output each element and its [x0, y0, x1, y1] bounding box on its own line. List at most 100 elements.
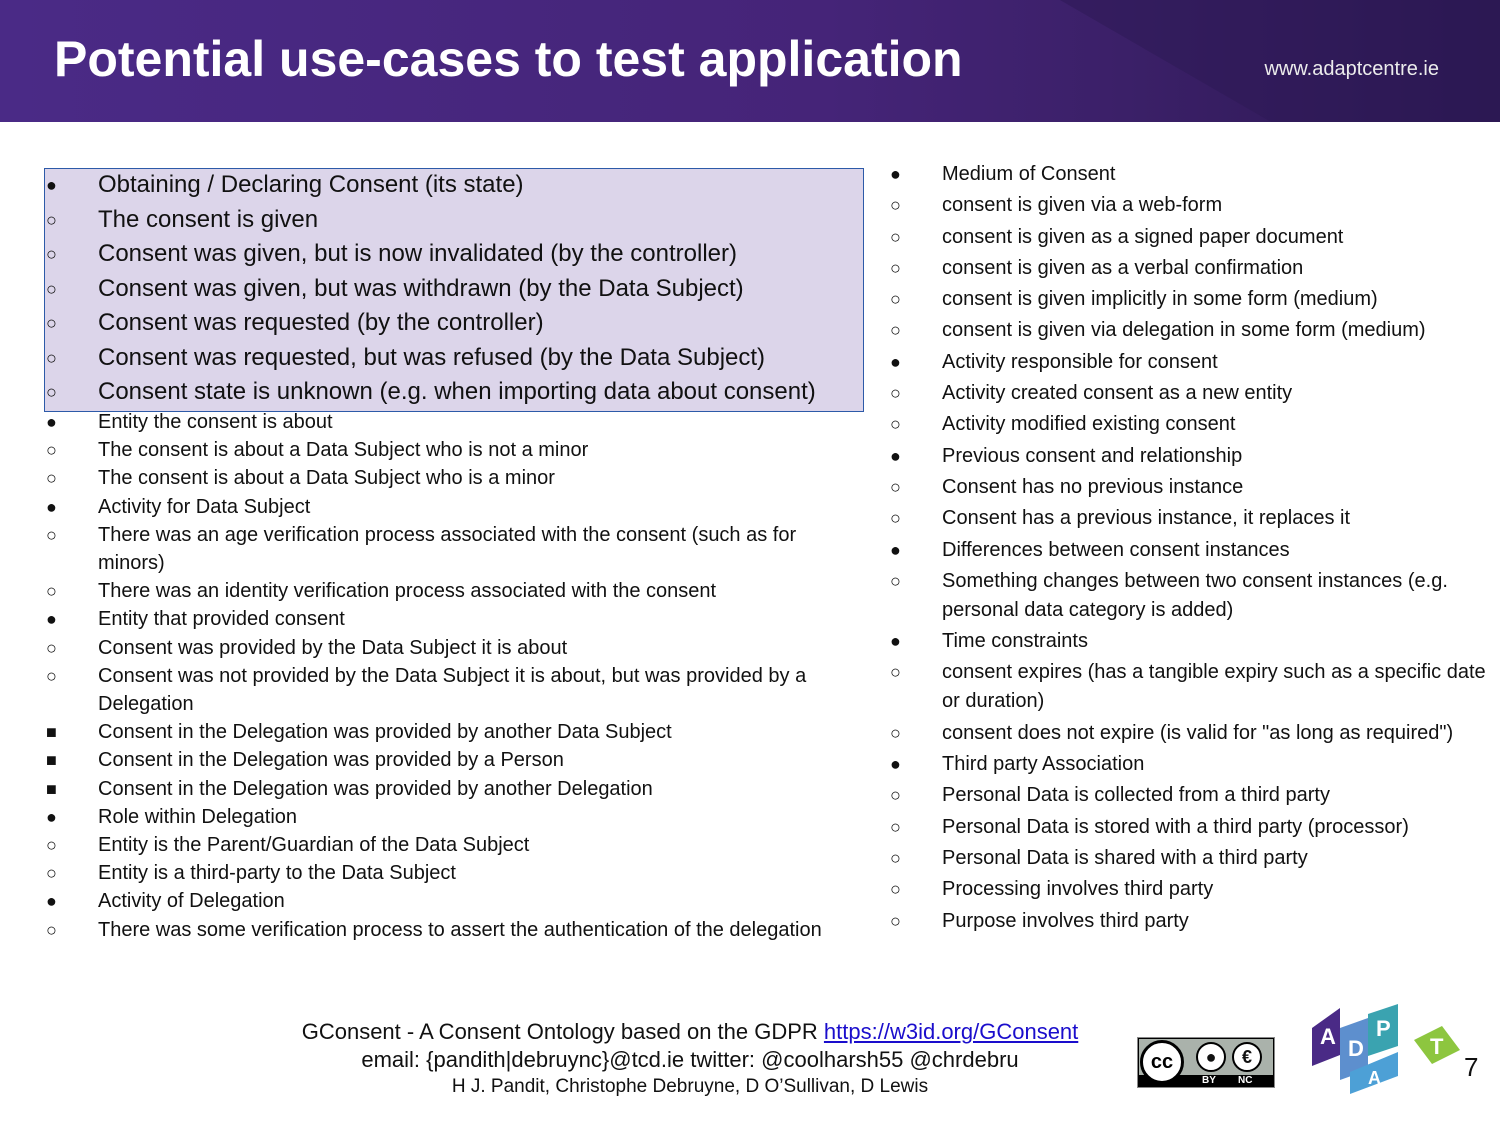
bullet-circle-icon: ○ — [46, 278, 57, 299]
attribution-icon: ● — [1196, 1042, 1226, 1072]
logo-letter-t: T — [1430, 1034, 1444, 1059]
list-item: ○ Consent was requested (by the controlle… — [46, 306, 816, 341]
list-item-text: Consent was not provided by the Data Sub… — [98, 664, 807, 716]
list-item: ○ consent is given implicitly in some for… — [890, 285, 1490, 314]
list-item-text: consent is given via a web-form — [942, 194, 1223, 217]
list-item-text: consent does not expire (is valid for "a… — [942, 721, 1454, 744]
bullet-disc-icon: ● — [46, 175, 57, 195]
bullet-square-icon: ■ — [46, 778, 57, 799]
cc-license-badge[interactable]: cc ● € BY NC — [1137, 1037, 1275, 1088]
bullet-disc-icon: ● — [890, 754, 901, 775]
list-item-text: The consent is about a Data Subject who … — [98, 467, 555, 490]
adapt-logo: A D P A T — [1312, 1004, 1460, 1094]
bullet-disc-icon: ● — [890, 539, 901, 560]
license-nc-label: NC — [1238, 1075, 1253, 1086]
list-item: ○ Consent was given, but is now invalidat… — [46, 237, 816, 272]
list-item-text: Obtaining / Declaring Consent (its state… — [98, 171, 524, 198]
bullet-circle-icon: ○ — [890, 662, 901, 683]
logo-letter-a2: A — [1368, 1068, 1381, 1088]
list-item-text: Activity responsible for consent — [942, 350, 1218, 373]
list-item: ○ consent is given via a web-form — [890, 191, 1490, 220]
list-item-text: Consent was requested, but was refused (… — [98, 343, 766, 371]
list-item: ● Time constraints — [890, 627, 1490, 656]
list-item-text: Something changes between two consent in… — [942, 569, 1448, 621]
list-item: ● Entity the consent is about — [46, 408, 866, 436]
list-item: ○ Activity modified existing consent — [890, 410, 1490, 439]
list-item: ○ Entity is a third-party to the Data Sub… — [46, 859, 866, 887]
list-item: ○ consent does not expire (is valid for "… — [890, 719, 1490, 748]
list-item: ● Entity that provided consent — [46, 605, 866, 633]
list-item: ○ Something changes between two consent i… — [890, 567, 1490, 625]
list-item-text: Previous consent and relationship — [942, 444, 1243, 467]
bullet-circle-icon: ○ — [890, 257, 901, 278]
list-item: ○ consent expires (has a tangible expiry … — [890, 658, 1490, 716]
bullet-circle-icon: ○ — [890, 910, 901, 931]
list-item-text: Consent in the Delegation was provided b… — [98, 777, 653, 800]
bullet-square-icon: ■ — [46, 722, 57, 743]
footer-contact: email: {pandith|debruync}@tcd.ie twitter… — [361, 1047, 1019, 1072]
bullet-circle-icon: ○ — [46, 244, 57, 264]
list-item: ○ There was an identity verification proc… — [46, 577, 866, 605]
list-item: ■ Consent in the Delegation was provided … — [46, 775, 866, 803]
bullet-disc-icon: ● — [46, 412, 57, 432]
bullet-square-icon: ■ — [46, 750, 57, 771]
list-item-text: consent expires (has a tangible expiry s… — [942, 661, 1486, 713]
bullet-disc-icon: ● — [890, 445, 901, 466]
bullet-circle-icon: ○ — [46, 440, 57, 461]
list-item-text: Medium of Consent — [942, 163, 1116, 185]
list-item: ○ Consent state is unknown (e.g. when imp… — [46, 375, 816, 410]
bullet-circle-icon: ○ — [46, 468, 57, 489]
list-item-text: There was an age verification process as… — [98, 523, 797, 575]
list-item: ○ The consent is about a Data Subject who… — [46, 436, 866, 464]
list-item-text: Consent has no previous instance — [942, 475, 1244, 498]
list-item-text: Third party Association — [942, 753, 1145, 776]
list-item: ○ There was an age verification process a… — [46, 521, 866, 577]
list-item-text: Purpose involves third party — [942, 909, 1189, 932]
bullet-circle-icon: ○ — [890, 320, 901, 341]
footer-text: GConsent - A Consent Ontology based on t… — [301, 1019, 824, 1044]
bullet-disc-icon: ● — [46, 806, 57, 827]
list-item: ○ Consent was given, but was withdrawn (b… — [46, 272, 816, 307]
gconsent-link[interactable]: https://w3id.org/GConsent — [824, 1019, 1078, 1044]
bullet-circle-icon: ○ — [46, 347, 57, 368]
list-item: ■ Consent in the Delegation was provided … — [46, 746, 866, 774]
list-item-text: consent is given as a verbal confirmatio… — [942, 256, 1304, 279]
list-item: ○ Entity is the Parent/Guardian of the Da… — [46, 831, 866, 859]
list-item-text: Activity created consent as a new entity — [942, 382, 1293, 405]
list-item-text: Consent was provided by the Data Subject… — [98, 636, 568, 659]
list-item: ● Obtaining / Declaring Consent (its stat… — [46, 168, 816, 203]
slide-title: Potential use-cases to test application — [54, 31, 963, 87]
bullet-circle-icon: ○ — [46, 524, 57, 545]
bullet-circle-icon: ○ — [890, 289, 901, 310]
list-item-text: There was some verification process to a… — [98, 918, 822, 941]
list-item: ○ consent is given via delegation in some… — [890, 316, 1490, 345]
list-item-text: Activity of Delegation — [98, 890, 285, 913]
list-item-text: Consent was requested (by the controller… — [98, 309, 544, 336]
list-item-text: Personal Data is shared with a third par… — [942, 846, 1308, 869]
list-item: ● Role within Delegation — [46, 803, 866, 831]
logo-letter-d: D — [1348, 1036, 1364, 1061]
footer-authors: H J. Pandit, Christophe Debruyne, D O’Su… — [451, 1076, 929, 1097]
list-item: ○ Purpose involves third party — [890, 907, 1490, 936]
bullet-disc-icon: ● — [890, 164, 901, 184]
list-item-text: Entity the consent is about — [98, 411, 333, 433]
noncommercial-icon: € — [1232, 1042, 1262, 1072]
bullet-disc-icon: ● — [890, 351, 901, 372]
bullet-circle-icon: ○ — [46, 863, 57, 884]
bullet-disc-icon: ● — [46, 496, 57, 517]
bullet-circle-icon: ○ — [46, 581, 57, 602]
list-item-text: Entity that provided consent — [98, 608, 345, 631]
list-item: ○ Consent was not provided by the Data Su… — [46, 662, 866, 718]
bullet-circle-icon: ○ — [890, 508, 901, 529]
bullet-circle-icon: ○ — [890, 847, 901, 868]
list-item: ○ The consent is given — [46, 203, 816, 238]
bullet-circle-icon: ○ — [46, 313, 57, 333]
list-item: ● Activity of Delegation — [46, 887, 866, 915]
list-item-text: Consent in the Delegation was provided b… — [98, 749, 564, 772]
list-item: ○ Personal Data is collected from a third… — [890, 781, 1490, 810]
page-number: 7 — [1464, 1052, 1479, 1082]
site-url: www.adaptcentre.ie — [1264, 58, 1439, 80]
list-item-text: Consent has a previous instance, it repl… — [942, 507, 1350, 530]
cc-icon: cc — [1140, 1040, 1184, 1084]
bullet-disc-icon: ● — [890, 631, 901, 652]
